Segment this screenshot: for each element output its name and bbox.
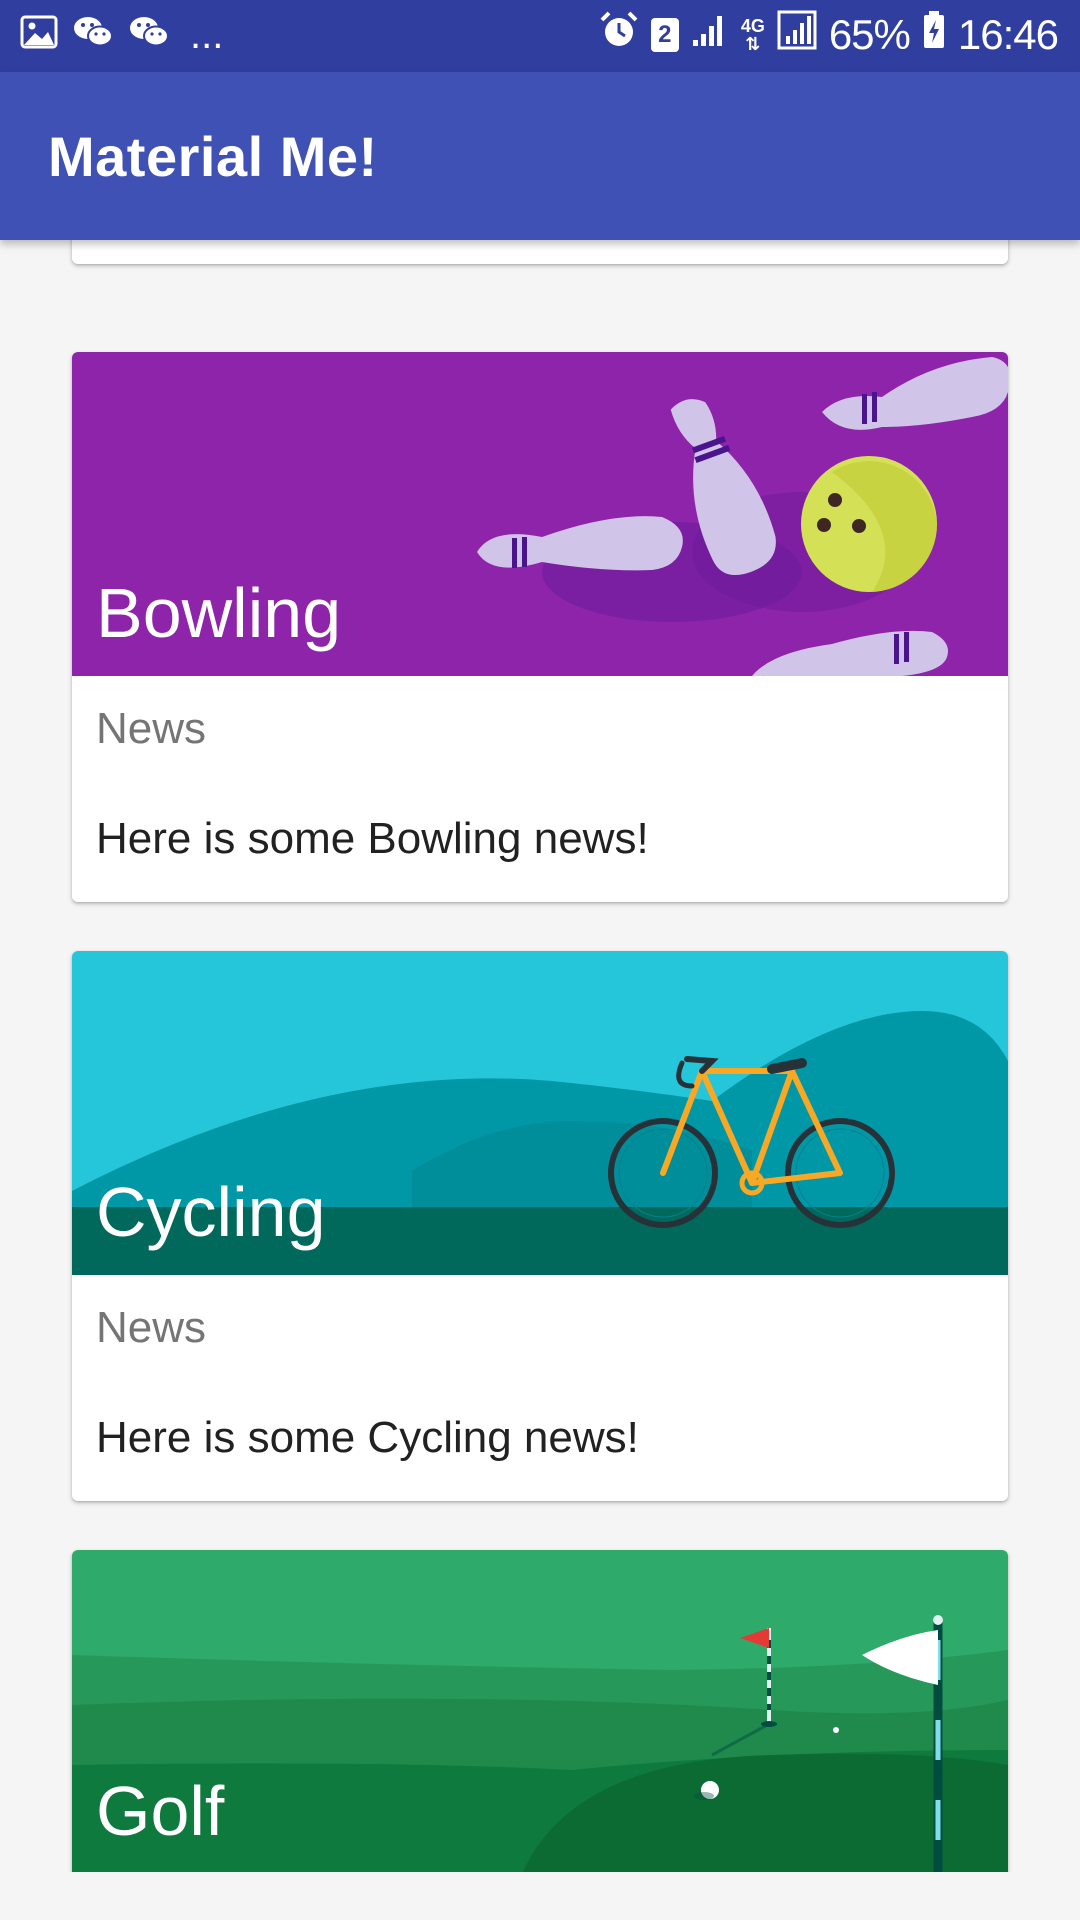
sim-badge: 2 — [650, 18, 679, 52]
card-title: Bowling — [96, 574, 342, 652]
cycling-image: Cycling — [72, 951, 1008, 1275]
battery-charging-icon — [922, 10, 946, 60]
card-subtitle: News — [96, 704, 207, 753]
signal-box-icon — [777, 10, 817, 60]
bottom-area — [0, 1872, 1080, 1920]
sports-list[interactable]: Bowling News Here is some Bowling news! — [0, 240, 1080, 1872]
clock: 16:46 — [957, 11, 1059, 58]
network-type: 4G ⇅ — [740, 16, 765, 54]
more-notifications: ... — [190, 12, 224, 57]
alarm-icon — [599, 10, 639, 60]
signal-icon — [691, 12, 729, 58]
wechat-icon — [128, 14, 170, 55]
card-info: Here is some Cycling news! — [96, 1413, 639, 1462]
card-bowling[interactable]: Bowling News Here is some Bowling news! — [72, 352, 1008, 902]
app-bar: Material Me! — [0, 72, 1080, 240]
card-info: Here is some Bowling news! — [96, 814, 649, 863]
card-partial[interactable] — [72, 240, 1008, 264]
image-icon — [20, 15, 58, 54]
card-title: Cycling — [96, 1173, 326, 1251]
status-bar: ... 2 4G ⇅ 65% 16:46 — [0, 0, 1080, 72]
app-title: Material Me! — [48, 125, 378, 188]
battery-percent: 65% — [828, 11, 911, 58]
card-title: Golf — [96, 1772, 225, 1850]
bowling-image: Bowling — [72, 352, 1008, 676]
card-subtitle: News — [96, 1303, 207, 1352]
wechat-icon — [72, 14, 114, 55]
data-arrows-icon: ⇅ — [745, 34, 761, 54]
card-golf[interactable]: Golf — [72, 1550, 1008, 1872]
golf-image: Golf — [72, 1550, 1008, 1872]
card-cycling[interactable]: Cycling News Here is some Cycling news! — [72, 951, 1008, 1501]
